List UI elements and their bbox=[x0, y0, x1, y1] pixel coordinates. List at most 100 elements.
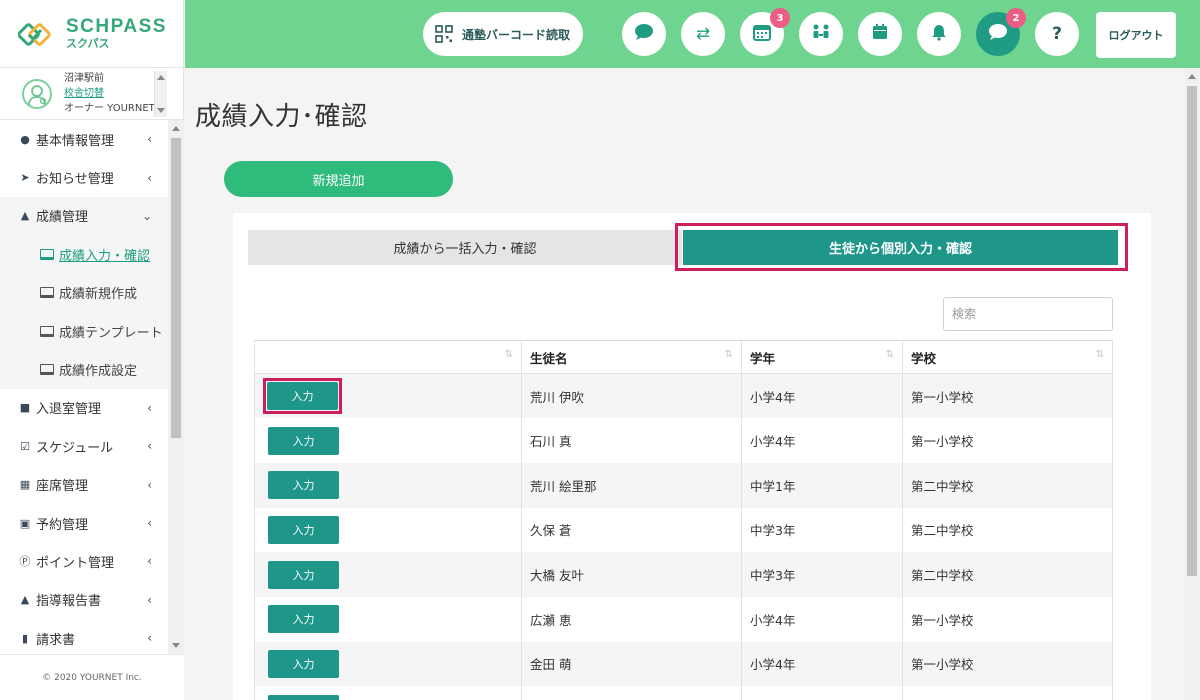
sidebar-subitem-grade-input[interactable]: 成績入力・確認 bbox=[0, 235, 168, 273]
transfer-button[interactable]: ⇄ bbox=[681, 12, 725, 56]
student-name-cell bbox=[521, 686, 742, 700]
sidebar-item-seats[interactable]: ▦ 座席管理 ‹ bbox=[0, 466, 168, 504]
school-switch-link[interactable]: 校舎切替 bbox=[64, 86, 155, 101]
messages-button[interactable]: 2 bbox=[976, 8, 1026, 56]
input-button[interactable]: 入力 bbox=[268, 649, 339, 678]
sidebar-item-schedule[interactable]: ☑ スケジュール ‹ bbox=[0, 427, 168, 465]
sidebar-subitem-grade-template[interactable]: 成績テンプレート bbox=[0, 312, 168, 350]
calendar-check-icon: ☑ bbox=[20, 439, 30, 453]
column-header-grade[interactable]: 学年 ⇅ bbox=[741, 340, 903, 374]
sidebar-item-reservations[interactable]: ▣ 予約管理 ‹ bbox=[0, 504, 168, 542]
sort-icon[interactable]: ⇅ bbox=[725, 349, 733, 360]
table-cell-action: 入力 bbox=[254, 641, 522, 687]
input-button[interactable]: 入力 bbox=[267, 382, 338, 411]
graduation-cap-icon: ▲ bbox=[20, 209, 30, 223]
notification-button[interactable] bbox=[917, 12, 961, 56]
barcode-read-label: 通塾バーコード読取 bbox=[462, 27, 571, 42]
student-grade-cell bbox=[741, 686, 903, 700]
table-row: 入力 石川 真 小学4年 第一小学校 bbox=[254, 418, 1113, 463]
chat-button[interactable] bbox=[622, 12, 666, 56]
sidebar-subitem-label: 成績テンプレート bbox=[59, 325, 163, 341]
sidebar-item-points[interactable]: Ⓟ ポイント管理 ‹ bbox=[0, 542, 168, 580]
chat-bubble-icon bbox=[634, 23, 654, 46]
scrollbar-thumb[interactable] bbox=[1187, 86, 1197, 576]
sidebar: SCHPASS スクパス 沼津駅前 校舎切替 オーナー YOURNET ● 基本… bbox=[0, 0, 184, 700]
table-row: 入力 大橋 友叶 中学3年 第二中学校 bbox=[254, 552, 1113, 597]
table-row: 入力 荒川 伊吹 小学4年 第一小学校 bbox=[254, 373, 1113, 419]
chevron-left-icon: ‹ bbox=[147, 477, 152, 492]
sidebar-item-reports[interactable]: ▲ 指導報告書 ‹ bbox=[0, 581, 168, 619]
schedule-button[interactable] bbox=[858, 12, 902, 56]
sidebar-scrollbar[interactable] bbox=[168, 120, 184, 654]
sidebar-item-invoices[interactable]: ▮ 請求書 ‹ bbox=[0, 619, 168, 654]
sort-icon[interactable]: ⇅ bbox=[505, 349, 513, 360]
barcode-read-button[interactable]: 通塾バーコード読取 bbox=[423, 12, 583, 56]
student-grade-cell: 小学4年 bbox=[741, 596, 903, 642]
meeting-button[interactable] bbox=[799, 12, 843, 56]
table-cell-action: 入力 bbox=[254, 373, 522, 419]
car-icon: ■ bbox=[19, 401, 31, 415]
chevron-left-icon: ‹ bbox=[147, 132, 152, 147]
sidebar-item-label: 予約管理 bbox=[36, 517, 89, 533]
student-grade-cell: 中学3年 bbox=[741, 552, 903, 597]
grid-calendar-icon: ▦ bbox=[19, 478, 31, 492]
logout-button[interactable]: ログアウト bbox=[1096, 12, 1176, 58]
chevron-left-icon: ‹ bbox=[147, 592, 152, 607]
sidebar-subitem-label: 成績入力・確認 bbox=[59, 248, 151, 264]
search-input[interactable] bbox=[943, 297, 1113, 331]
tab-bulk-input[interactable]: 成績から一括入力・確認 bbox=[248, 230, 682, 265]
logo[interactable]: SCHPASS スクパス bbox=[0, 0, 183, 68]
table-cell-action: 入力 bbox=[254, 552, 522, 597]
chevron-left-icon: ‹ bbox=[147, 439, 152, 454]
sidebar-subitem-grade-create[interactable]: 成績新規作成 bbox=[0, 274, 168, 312]
input-button[interactable]: 入力 bbox=[268, 471, 339, 500]
add-new-button[interactable]: 新規追加 bbox=[224, 161, 453, 197]
calendar-icon bbox=[871, 23, 889, 46]
sidebar-item-label: 基本情報管理 bbox=[36, 133, 115, 149]
messages-badge: 2 bbox=[1006, 8, 1026, 28]
sidebar-subitem-grade-settings[interactable]: 成績作成設定 bbox=[0, 350, 168, 388]
sidebar-item-grades[interactable]: ▲ 成績管理 ⌄ bbox=[0, 196, 168, 236]
table-row: 入力 久保 蒼 中学3年 第二中学校 bbox=[254, 507, 1113, 553]
scroll-down-icon[interactable] bbox=[157, 108, 165, 113]
student-grade-cell: 中学1年 bbox=[741, 462, 903, 508]
school-role: オーナー YOURNET bbox=[64, 103, 155, 114]
input-button[interactable]: 入力 bbox=[268, 694, 339, 700]
scrollbar-thumb[interactable] bbox=[171, 138, 181, 438]
sidebar-item-notices[interactable]: ➤ お知らせ管理 ‹ bbox=[0, 158, 168, 196]
sort-icon[interactable]: ⇅ bbox=[886, 349, 894, 360]
scroll-down-icon[interactable] bbox=[172, 643, 180, 648]
column-header-name[interactable]: 生徒名 ⇅ bbox=[521, 340, 742, 374]
student-school-cell: 第一小学校 bbox=[902, 641, 1113, 687]
input-button[interactable]: 入力 bbox=[268, 515, 339, 544]
column-header-school[interactable]: 学校 ⇅ bbox=[902, 340, 1113, 374]
top-header: 通塾バーコード読取 ⇄ 3 2 ? ログアウト bbox=[185, 0, 1200, 68]
grades-submenu: 成績入力・確認 成績新規作成 成績テンプレート 成績作成設定 bbox=[0, 235, 168, 389]
main-scrollbar[interactable] bbox=[1184, 68, 1200, 700]
input-button[interactable]: 入力 bbox=[268, 426, 339, 455]
student-grade-cell: 小学4年 bbox=[741, 641, 903, 687]
chevron-left-icon: ‹ bbox=[147, 170, 152, 185]
tab-individual-input[interactable]: 生徒から個別入力・確認 bbox=[683, 230, 1118, 265]
student-name-cell: 久保 蒼 bbox=[521, 507, 742, 553]
sidebar-item-basic-info[interactable]: ● 基本情報管理 ‹ bbox=[0, 120, 168, 158]
chevron-left-icon: ‹ bbox=[147, 516, 152, 531]
sidebar-item-label: 入退室管理 bbox=[36, 402, 102, 418]
table-header-row: ⇅ 生徒名 ⇅ 学年 ⇅ 学校 ⇅ bbox=[254, 340, 1113, 374]
help-button[interactable]: ? bbox=[1035, 12, 1079, 56]
student-grade-cell: 中学3年 bbox=[741, 507, 903, 553]
sort-icon[interactable]: ⇅ bbox=[1096, 349, 1104, 360]
scroll-up-icon[interactable] bbox=[172, 126, 180, 131]
qr-code-icon bbox=[435, 25, 453, 43]
reservation-icon: ▣ bbox=[19, 516, 31, 530]
sidebar-item-attendance[interactable]: ■ 入退室管理 ‹ bbox=[0, 389, 168, 427]
school-panel-scrollbar[interactable] bbox=[154, 71, 167, 117]
calendar-button[interactable]: 3 bbox=[740, 8, 790, 56]
chevron-left-icon: ‹ bbox=[147, 631, 152, 646]
scroll-up-icon[interactable] bbox=[1188, 74, 1196, 79]
input-button[interactable]: 入力 bbox=[268, 605, 339, 634]
monitor-icon bbox=[40, 287, 54, 299]
column-header-action[interactable]: ⇅ bbox=[254, 340, 522, 374]
scroll-up-icon[interactable] bbox=[157, 75, 165, 80]
input-button[interactable]: 入力 bbox=[268, 560, 339, 589]
